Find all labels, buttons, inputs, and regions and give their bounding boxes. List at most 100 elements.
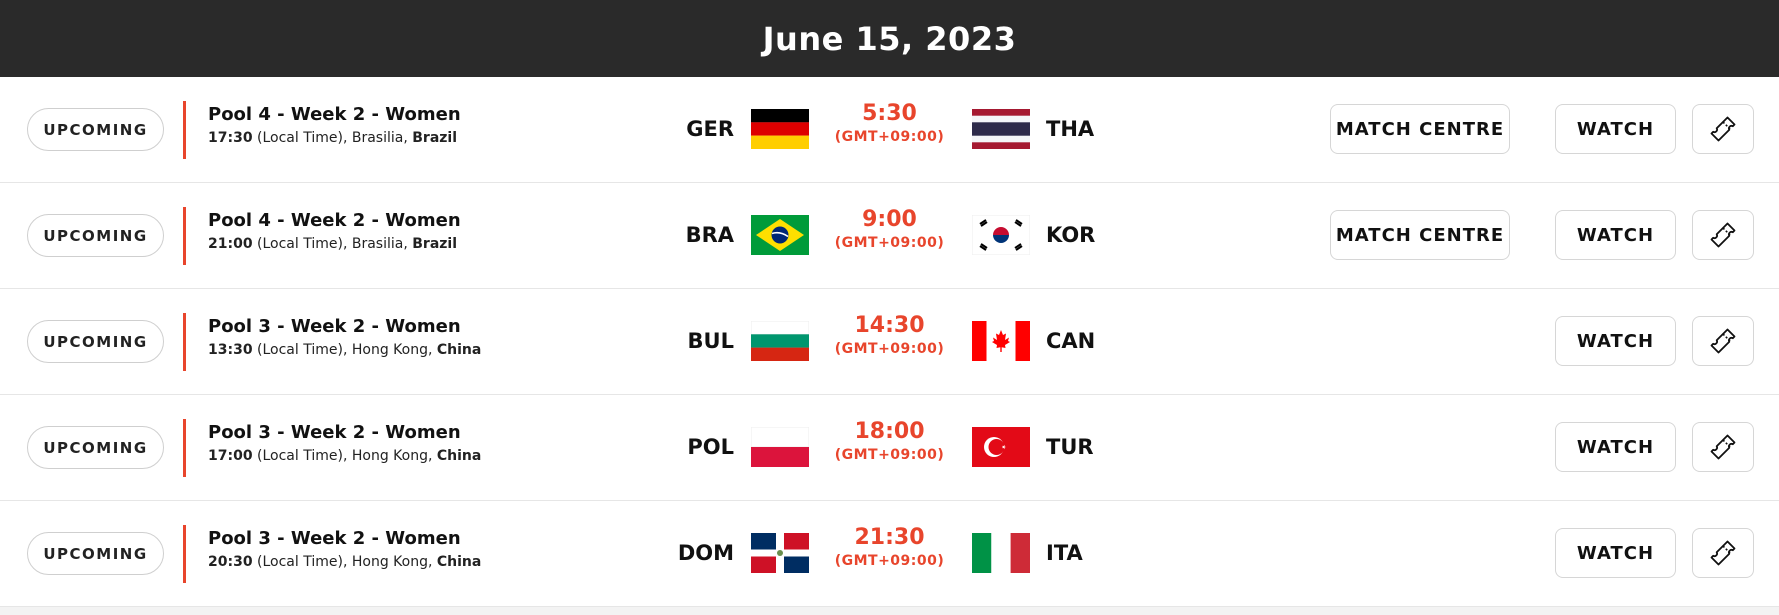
match-time-value: 14:30 bbox=[854, 313, 925, 338]
match-title: Pool 3 - Week 2 - Women bbox=[208, 316, 461, 337]
ticket-button[interactable] bbox=[1692, 316, 1754, 366]
team-b-code: ITA bbox=[1046, 541, 1083, 565]
ticket-button[interactable] bbox=[1692, 210, 1754, 260]
match-location: 17:30 (Local Time), Brasilia, Brazil bbox=[208, 130, 458, 146]
ticket-icon bbox=[1707, 431, 1739, 463]
city: Hong Kong bbox=[351, 342, 428, 358]
match-timezone: (GMT+09:00) bbox=[834, 447, 945, 463]
row-divider bbox=[183, 101, 186, 159]
status-badge: UPCOMING bbox=[27, 320, 164, 363]
match-title: Pool 3 - Week 2 - Women bbox=[208, 422, 461, 443]
country: Brazil bbox=[412, 130, 458, 146]
flag-dominican-republic-icon bbox=[751, 533, 809, 573]
match-time: 5:30 (GMT+09:00) bbox=[822, 101, 957, 145]
watch-button[interactable]: WATCH bbox=[1555, 316, 1676, 366]
match-location: 13:30 (Local Time), Hong Kong, China bbox=[208, 342, 482, 358]
match-time: 18:00 (GMT+09:00) bbox=[822, 419, 957, 463]
row-divider bbox=[183, 525, 186, 583]
status-badge: UPCOMING bbox=[27, 214, 164, 257]
city: Brasilia bbox=[351, 130, 404, 146]
match-info: Pool 3 - Week 2 - Women 13:30 (Local Tim… bbox=[208, 315, 481, 358]
flag-germany-icon bbox=[751, 109, 809, 149]
local-time: 17:30 bbox=[208, 130, 253, 146]
local-time-label: (Local Time) bbox=[257, 554, 343, 570]
team-a-code: BRA bbox=[685, 223, 734, 247]
ticket-icon bbox=[1707, 537, 1739, 569]
ticket-icon bbox=[1707, 113, 1739, 145]
status-badge: UPCOMING bbox=[27, 108, 164, 151]
match-info: Pool 4 - Week 2 - Women 21:00 (Local Tim… bbox=[208, 209, 461, 252]
match-timezone: (GMT+09:00) bbox=[834, 235, 945, 251]
ticket-icon bbox=[1707, 219, 1739, 251]
team-a-code: GER bbox=[686, 117, 734, 141]
flag-thailand-icon bbox=[972, 109, 1030, 149]
team-a-code: DOM bbox=[677, 541, 734, 565]
country: Brazil bbox=[412, 236, 458, 252]
row-divider bbox=[183, 313, 186, 371]
match-info: Pool 4 - Week 2 - Women 17:30 (Local Tim… bbox=[208, 103, 461, 146]
local-time-label: (Local Time) bbox=[257, 236, 343, 252]
team-b-code: CAN bbox=[1046, 329, 1096, 353]
match-row: UPCOMING Pool 3 - Week 2 - Women 20:30 (… bbox=[0, 501, 1779, 607]
match-row: UPCOMING Pool 3 - Week 2 - Women 13:30 (… bbox=[0, 289, 1779, 395]
status-badge: UPCOMING bbox=[27, 532, 164, 575]
match-time-value: 18:00 bbox=[854, 419, 925, 444]
flag-italy-icon bbox=[972, 533, 1030, 573]
country: China bbox=[436, 448, 482, 464]
team-a-code: BUL bbox=[687, 329, 734, 353]
ticket-button[interactable] bbox=[1692, 104, 1754, 154]
match-time: 14:30 (GMT+09:00) bbox=[822, 313, 957, 357]
ticket-button[interactable] bbox=[1692, 528, 1754, 578]
match-timezone: (GMT+09:00) bbox=[834, 553, 945, 569]
team-b-code: KOR bbox=[1046, 223, 1096, 247]
match-title: Pool 3 - Week 2 - Women bbox=[208, 528, 461, 549]
country: China bbox=[436, 554, 482, 570]
watch-button[interactable]: WATCH bbox=[1555, 104, 1676, 154]
status-badge: UPCOMING bbox=[27, 426, 164, 469]
match-info: Pool 3 - Week 2 - Women 20:30 (Local Tim… bbox=[208, 527, 481, 570]
flag-poland-icon bbox=[751, 427, 809, 467]
watch-button[interactable]: WATCH bbox=[1555, 422, 1676, 472]
match-title: Pool 4 - Week 2 - Women bbox=[208, 104, 461, 125]
flag-turkey-icon bbox=[972, 427, 1030, 467]
flag-brazil-icon bbox=[751, 215, 809, 255]
match-row: UPCOMING Pool 3 - Week 2 - Women 17:00 (… bbox=[0, 395, 1779, 501]
team-b-code: TUR bbox=[1046, 435, 1094, 459]
row-divider bbox=[183, 419, 186, 477]
date-heading: June 15, 2023 bbox=[762, 19, 1017, 58]
match-time: 21:30 (GMT+09:00) bbox=[822, 525, 957, 569]
match-centre-button[interactable]: MATCH CENTRE bbox=[1330, 210, 1510, 260]
flag-canada-icon bbox=[972, 321, 1030, 361]
match-list: UPCOMING Pool 4 - Week 2 - Women 17:30 (… bbox=[0, 77, 1779, 607]
city: Hong Kong bbox=[351, 448, 428, 464]
match-row: UPCOMING Pool 4 - Week 2 - Women 21:00 (… bbox=[0, 183, 1779, 289]
match-location: 17:00 (Local Time), Hong Kong, China bbox=[208, 448, 482, 464]
match-info: Pool 3 - Week 2 - Women 17:00 (Local Tim… bbox=[208, 421, 481, 464]
flag-korea-icon bbox=[972, 215, 1030, 255]
match-time: 9:00 (GMT+09:00) bbox=[822, 207, 957, 251]
local-time: 20:30 bbox=[208, 554, 253, 570]
country: China bbox=[436, 342, 482, 358]
flag-bulgaria-icon bbox=[751, 321, 809, 361]
match-location: 21:00 (Local Time), Brasilia, Brazil bbox=[208, 236, 458, 252]
ticket-button[interactable] bbox=[1692, 422, 1754, 472]
team-b-code: THA bbox=[1046, 117, 1095, 141]
match-time-value: 9:00 bbox=[862, 207, 917, 232]
match-centre-button[interactable]: MATCH CENTRE bbox=[1330, 104, 1510, 154]
local-time-label: (Local Time) bbox=[257, 448, 343, 464]
date-header: June 15, 2023 bbox=[0, 0, 1779, 77]
row-divider bbox=[183, 207, 186, 265]
local-time: 21:00 bbox=[208, 236, 253, 252]
match-time-value: 5:30 bbox=[862, 101, 917, 126]
local-time: 17:00 bbox=[208, 448, 253, 464]
city: Brasilia bbox=[351, 236, 404, 252]
match-timezone: (GMT+09:00) bbox=[834, 341, 945, 357]
match-time-value: 21:30 bbox=[854, 525, 925, 550]
watch-button[interactable]: WATCH bbox=[1555, 210, 1676, 260]
match-location: 20:30 (Local Time), Hong Kong, China bbox=[208, 554, 482, 570]
watch-button[interactable]: WATCH bbox=[1555, 528, 1676, 578]
city: Hong Kong bbox=[351, 554, 428, 570]
match-title: Pool 4 - Week 2 - Women bbox=[208, 210, 461, 231]
local-time-label: (Local Time) bbox=[257, 130, 343, 146]
local-time-label: (Local Time) bbox=[257, 342, 343, 358]
